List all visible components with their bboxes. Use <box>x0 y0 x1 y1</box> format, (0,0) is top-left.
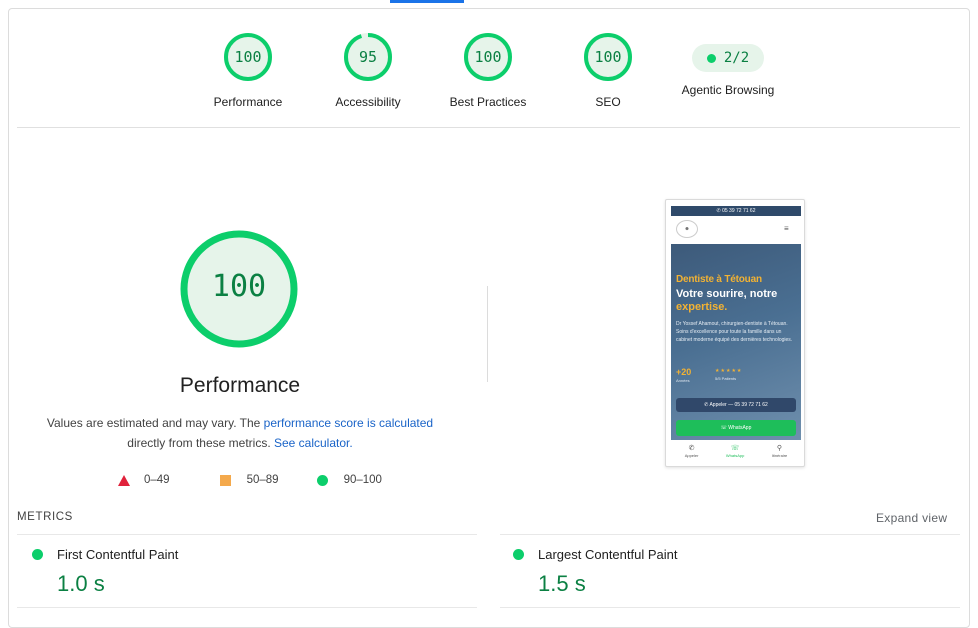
gauge-ring: 100 <box>583 32 633 82</box>
gauge-ring: 100 <box>463 32 513 82</box>
topbar-phone: 05 39 72 71 62 <box>722 208 756 214</box>
whatsapp-icon: ☏ <box>730 445 740 452</box>
legend-pass: 90–100 <box>343 474 382 486</box>
pass-dot-icon <box>706 53 716 63</box>
metrics-heading: METRICS <box>17 511 73 523</box>
gauge-score: 95 <box>358 48 378 66</box>
fail-triangle-icon <box>118 474 130 486</box>
whatsapp-button-label: WhatsApp <box>728 425 752 431</box>
pass-circle-icon <box>513 549 524 560</box>
gauge-score: 100 <box>594 48 622 66</box>
performance-description: Values are estimated and may vary. The p… <box>40 413 440 453</box>
category-gauges: 100 Performance 95 Accessibility 100 Bes… <box>0 0 978 128</box>
legend-fail: 0–49 <box>144 474 170 486</box>
gauge-score: 100 <box>474 48 502 66</box>
whatsapp-button: ☏ WhatsApp <box>676 420 796 436</box>
hamburger-menu-icon: ≡ <box>784 224 789 233</box>
hero-stat-value: +20 <box>676 367 692 377</box>
gauge-label: Performance <box>213 95 283 109</box>
map-pin-icon: ⚲ <box>776 445 783 452</box>
metric-divider <box>500 607 960 608</box>
nav-whatsapp: ☏ WhatsApp <box>726 444 744 464</box>
metric-fcp: First Contentful Paint 1.0 s <box>17 535 457 596</box>
expand-view-toggle[interactable]: Expand view <box>876 511 947 525</box>
call-button-label: Appeler — 05 39 72 71 62 <box>709 402 768 408</box>
hero-headline: Votre sourire, notre expertise. <box>676 288 796 314</box>
legend-average: 50–89 <box>246 474 279 486</box>
hero-section: Dentiste à Tétouan Votre sourire, notre … <box>671 244 801 440</box>
call-button: ✆ Appeler — 05 39 72 71 62 <box>676 398 796 412</box>
metric-value: 1.0 s <box>57 571 105 596</box>
see-calculator-link[interactable]: See calculator. <box>274 436 353 450</box>
metric-value: 1.5 s <box>538 571 586 596</box>
metric-lcp: Largest Contentful Paint 1.5 s <box>498 535 938 596</box>
gauge-ring: 100 <box>223 32 273 82</box>
final-screenshot[interactable]: ✆ 05 39 72 71 62 ☻ ≡ Dentiste à Tétouan … <box>665 199 805 467</box>
hero-kicker: Dentiste à Tétouan <box>676 274 762 285</box>
phone-icon: ✆ <box>688 445 695 452</box>
gauge-best-practices[interactable]: 100 Best Practices <box>428 32 548 109</box>
gauge-ring: 95 <box>343 32 393 82</box>
pass-circle-icon <box>32 549 43 560</box>
hero-headline-accent: expertise. <box>676 301 728 313</box>
agentic-pill: 2/2 <box>692 44 764 72</box>
nav-label: Itinéraire <box>771 453 788 458</box>
nav-label: Appeler <box>684 453 699 458</box>
agentic-value: 2/2 <box>723 50 750 66</box>
performance-score: 100 <box>211 269 267 304</box>
nav-label: WhatsApp <box>725 453 745 458</box>
gauge-label: Best Practices <box>449 95 527 109</box>
gauge-label: SEO <box>595 95 621 109</box>
bottom-nav: ✆ Appeler ☏ WhatsApp ⚲ Itinéraire <box>671 444 801 464</box>
performance-title: Performance <box>179 374 301 397</box>
rating-stars-icon: ★★★★★ <box>715 368 743 374</box>
phone-topbar: ✆ 05 39 72 71 62 <box>671 206 801 216</box>
metric-name: First Contentful Paint <box>57 547 179 562</box>
desc-text: Values are estimated and may vary. The <box>46 416 264 430</box>
pass-circle-icon <box>316 474 328 486</box>
hero-headline-text: Votre sourire, notre <box>676 288 778 300</box>
desc-text: directly from these metrics. <box>127 436 274 450</box>
score-legend: 0–49 50–89 90–100 <box>118 471 382 489</box>
metric-name: Largest Contentful Paint <box>538 547 678 562</box>
gauge-performance[interactable]: 100 Performance <box>188 32 308 109</box>
gauge-accessibility[interactable]: 95 Accessibility <box>308 32 428 109</box>
nav-call: ✆ Appeler <box>685 444 699 464</box>
nav-directions: ⚲ Itinéraire <box>772 444 788 464</box>
gauge-label: Agentic Browsing <box>681 83 775 97</box>
gauge-seo[interactable]: 100 SEO <box>548 32 668 109</box>
average-square-icon <box>219 474 231 486</box>
hero-paragraph: Dr Yossef Ahamout, chirurgien-dentiste à… <box>676 321 793 343</box>
gauge-score: 100 <box>234 48 262 66</box>
metric-divider <box>17 607 477 608</box>
gauge-agentic-browsing[interactable]: 2/2 Agentic Browsing <box>668 33 788 97</box>
tooth-logo-icon: ☻ <box>676 220 698 238</box>
vertical-divider <box>487 286 488 382</box>
hero-stat-label: Années <box>676 378 690 383</box>
performance-gauge-large: 100 <box>178 228 300 350</box>
rating-label: 5/5 Patients <box>715 376 737 381</box>
score-calculated-link[interactable]: performance score is calculated <box>264 416 433 430</box>
divider <box>17 127 960 128</box>
gauge-label: Accessibility <box>335 95 401 109</box>
